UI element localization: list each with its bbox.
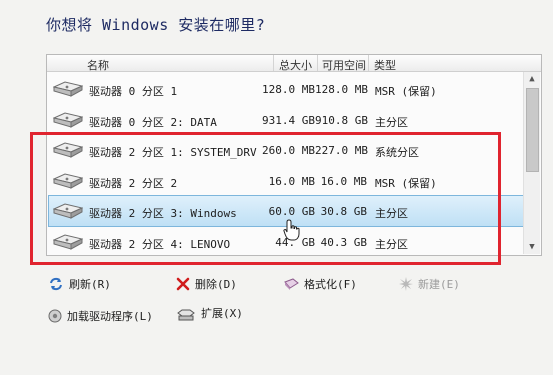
format-icon: [284, 278, 299, 290]
page-title: 你想将 Windows 安装在哪里?: [46, 16, 266, 34]
partition-type: 主分区: [375, 115, 408, 129]
column-free-space[interactable]: 可用空间: [322, 57, 366, 73]
scrollbar-thumb[interactable]: [526, 88, 539, 172]
load-driver-button[interactable]: 加载驱动程序(L): [48, 308, 153, 324]
refresh-label: 刷新(R): [69, 278, 111, 291]
vertical-scrollbar[interactable]: ▲ ▼: [523, 72, 540, 254]
scroll-up-icon[interactable]: ▲: [524, 72, 540, 86]
partition-free-space: 128.0 MB: [315, 83, 368, 96]
load-driver-label: 加载驱动程序(L): [67, 310, 153, 323]
table-row[interactable]: 驱动器 0 分区 1 128.0 MB 128.0 MB MSR (保留): [48, 73, 524, 105]
new-label: 新建(E): [418, 278, 460, 291]
partition-name: 驱动器 0 分区 2: DATA: [89, 115, 217, 129]
partition-free-space: 910.8 GB: [315, 113, 368, 127]
delete-button[interactable]: 删除(D): [176, 276, 237, 292]
mouse-cursor-icon: [283, 219, 300, 241]
column-total-size[interactable]: 总大小: [279, 57, 312, 73]
partition-total-size: 931.4 GB: [262, 113, 315, 127]
disk-icon: [53, 81, 83, 97]
refresh-icon: [50, 277, 62, 291]
partition-total-size: 128.0 MB: [262, 83, 315, 96]
partition-name: 驱动器 0 分区 1: [89, 85, 178, 98]
extend-label: 扩展(X): [201, 307, 243, 320]
partition-type: MSR (保留): [375, 85, 437, 98]
extend-icon: [177, 309, 195, 321]
new-button[interactable]: 新建(E): [399, 276, 460, 292]
new-icon: [399, 277, 413, 291]
extend-button[interactable]: 扩展(X): [176, 305, 243, 321]
format-label: 格式化(F): [304, 278, 357, 291]
table-row[interactable]: 驱动器 0 分区 2: DATA 931.4 GB 910.8 GB 主分区: [48, 104, 524, 136]
disk-icon: [53, 111, 83, 128]
delete-icon: [176, 277, 190, 291]
delete-label: 删除(D): [195, 278, 237, 291]
refresh-button[interactable]: 刷新(R): [48, 276, 111, 292]
column-type[interactable]: 类型: [374, 57, 396, 73]
scroll-down-icon[interactable]: ▼: [524, 240, 540, 254]
load-driver-icon: [48, 309, 62, 323]
column-header: 名称 总大小 可用空间 类型: [47, 55, 541, 72]
highlight-annotation: [30, 132, 501, 265]
format-button[interactable]: 格式化(F): [283, 276, 357, 292]
column-name[interactable]: 名称: [87, 57, 109, 73]
